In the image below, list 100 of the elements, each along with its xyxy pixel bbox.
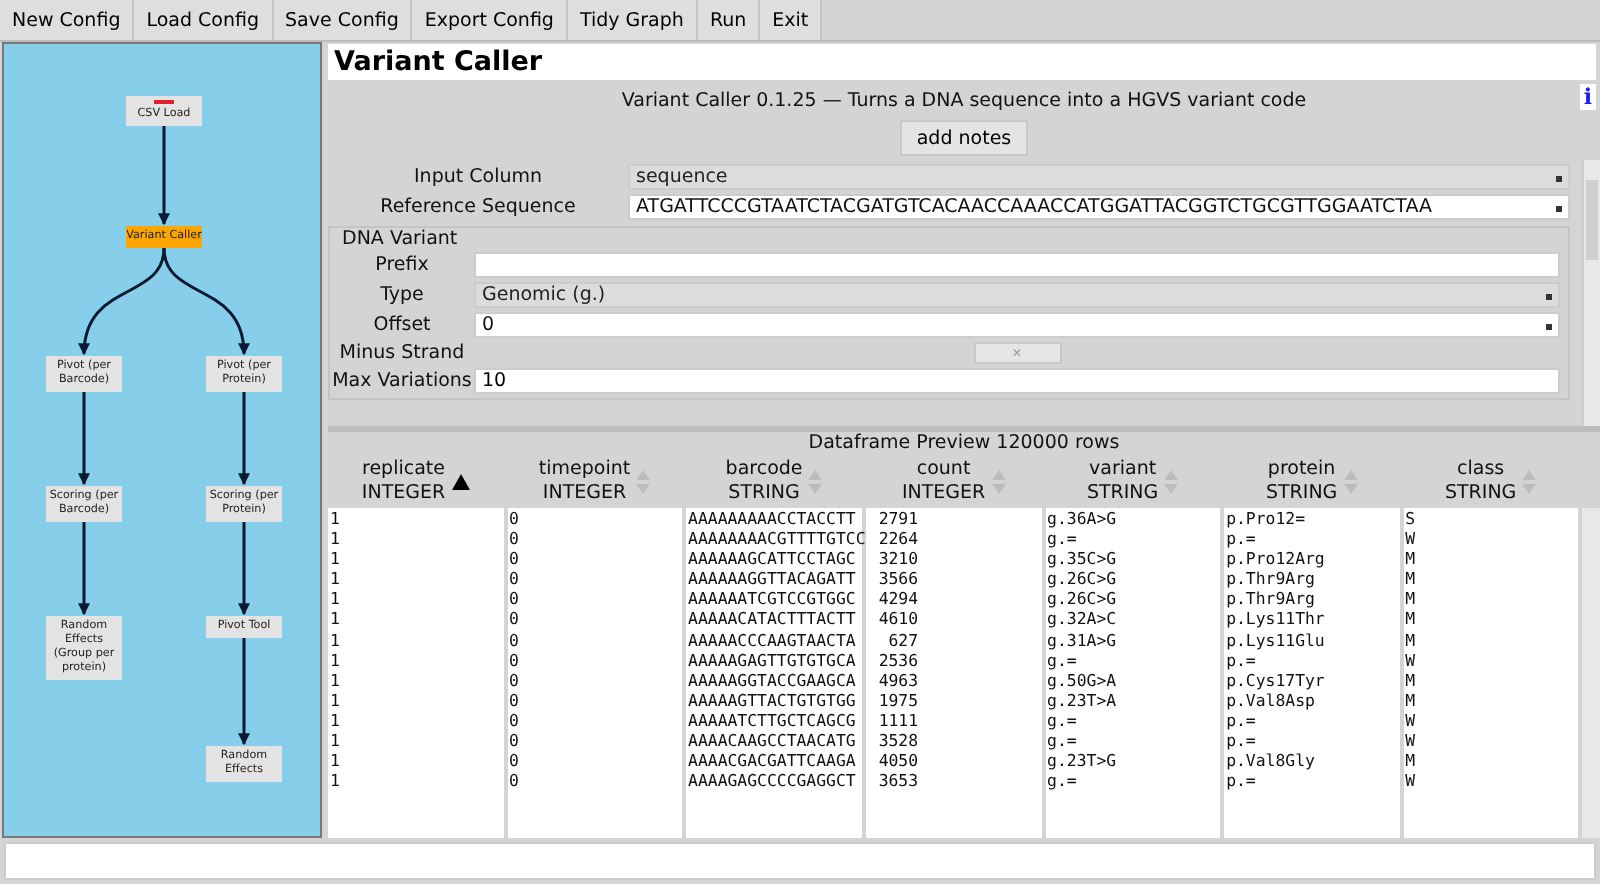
field-label: Type [378,284,426,306]
toolbar-button[interactable]: Exit [760,0,823,40]
table-cell-text: 0 [509,588,521,609]
column-header[interactable]: class STRING [1403,456,1579,508]
toolbar-button[interactable]: Load Config [134,0,274,40]
table-cell-text: p.Val8Gly [1226,750,1317,771]
connector-arrow [238,392,250,486]
add-notes-button[interactable]: add notes [900,120,1028,156]
dropdown-icon [1556,206,1562,212]
table-cell-text: 0 [509,730,521,751]
section-title: DNA Variant [340,228,460,250]
table-cell-text: 0 [509,528,521,549]
table-cell-text: W [1405,649,1418,670]
toolbar-button[interactable]: Export Config [412,0,568,40]
table-cell-text: 1 [330,548,342,569]
table-cell-text: 1 [330,709,342,731]
table-cell-text: AAAAAGGTACCGAAGCA [688,669,858,690]
table-cell-text: g.23T>A [1047,689,1119,710]
table-cell-text: 1 [330,629,342,650]
table-cell-text: g.= [1047,770,1079,791]
toolbar-button[interactable]: New Config [0,0,135,40]
table-cell-text: M [1405,629,1418,650]
table-cell-text: g.26C>G [1047,568,1119,589]
connector-arrow [162,247,249,356]
toolbar-button[interactable]: Save Config [273,0,413,40]
table-cell-text: M [1405,548,1418,569]
table-cell-text: M [1405,568,1418,589]
field-label: Offset [371,314,433,336]
scrollbar[interactable] [1582,160,1600,426]
table-cell-text: 0 [509,709,521,731]
column-header[interactable]: timepoint INTEGER [507,456,683,508]
table-cell-text: g.23T>G [1047,750,1119,771]
connector-arrow [79,247,166,356]
field-label: Input Column [412,166,544,188]
dropdown-field[interactable]: sequence [628,164,1570,190]
column-header[interactable]: count INTEGER [866,456,1042,508]
table-cell-text: p.Thr9Arg [1226,588,1317,609]
table-cell-text: 2791 [876,508,919,529]
column-header[interactable]: variant STRING [1045,456,1221,508]
table-cell-text: 4294 [876,588,919,609]
title-field[interactable]: Variant Caller [328,44,1596,80]
input-field[interactable] [474,252,1560,278]
table-cell-text: g.31A>G [1047,629,1119,650]
table-cell-text: p.Cys17Tyr [1226,669,1327,690]
table-cell-text: 3528 [876,730,919,751]
table-cell-text: p.= [1226,528,1258,549]
table-cell-text: W [1405,528,1418,549]
table-cell-text: 0 [509,629,521,650]
combo-field[interactable]: ATGATTCCCGTAATCTACGATGTCACAACCAAACCATGGATTACGGTCTGCGTTGGAATCTAA [628,194,1570,220]
table-cell-text: 1 [330,508,342,529]
table-cell-text: 0 [509,568,521,589]
table-cell-text: 3653 [876,770,919,791]
table-cell-text: 3210 [876,548,919,569]
table-cell: AAAAAAAACGTTTTGTCC [688,528,861,549]
status-field[interactable] [4,842,1596,880]
table-cell-text: 4610 [876,608,919,630]
table-cell-text: 1 [330,730,342,751]
table-cell-text: p.Pro12Arg [1226,548,1327,569]
dropdown-icon [1556,176,1562,182]
table-cell-text: g.= [1047,649,1077,670]
table-cell-text: 1 [330,588,342,609]
table-cell-text: M [1405,750,1418,771]
field-label: Prefix [373,254,431,276]
table-cell-text: 2536 [876,649,919,670]
table-cell-text: M [1405,588,1418,609]
table-cell-text: 4963 [876,669,919,690]
preview-title: Dataframe Preview 120000 rows [806,432,1122,456]
connector-arrow [78,522,90,616]
table-cell-text: AAAAAAGGTTACAGATT [688,568,858,589]
input-field[interactable]: 10 [474,368,1560,394]
table-cell-text: 2264 [876,528,919,549]
table-cell-text: p.= [1226,649,1256,670]
info-icon[interactable]: i [1579,84,1596,110]
table-cell-text: 1 [330,528,342,549]
table-cell-text: g.26C>G [1047,588,1119,609]
table-cell-text: 627 [886,629,919,650]
table-cell-text: AAAACGACGATTCAAGA [688,750,858,771]
table-cell-text: p.Thr9Arg [1226,568,1317,589]
combo-field[interactable]: 0 [474,312,1560,338]
table-cell-text: p.= [1226,730,1258,751]
connector-arrow [238,638,250,746]
table-cell-text: g.35C>G [1047,548,1119,569]
table-cell-text: p.Lys11Glu [1226,629,1327,650]
toolbar-button[interactable]: Run [697,0,761,40]
connector-arrow [78,392,90,486]
table-cell-text: g.50G>A [1047,669,1119,690]
table-cell-text: g.36A>G [1047,508,1119,529]
table-cell-text: p.Val8Asp [1226,689,1315,710]
dropdown-field[interactable]: Genomic (g.) [474,282,1560,308]
column-header[interactable]: barcode STRING [686,456,863,508]
column-header[interactable]: replicate INTEGER [328,456,504,508]
table-cell-text: g.= [1047,709,1077,731]
column-header[interactable]: protein STRING [1224,456,1400,508]
table-cell-text: AAAAACCCAAGTAACTA [688,629,858,650]
table-cell-text: AAAAAAAAACCTACCTT [688,508,858,529]
table-cell-text: S [1405,508,1418,529]
table-cell-text: 1 [330,669,342,690]
toolbar-button[interactable]: Tidy Graph [567,0,698,40]
table-cell-text: W [1405,730,1418,751]
table-cell-text: AAAAAATCGTCCGTGGC [688,588,858,609]
